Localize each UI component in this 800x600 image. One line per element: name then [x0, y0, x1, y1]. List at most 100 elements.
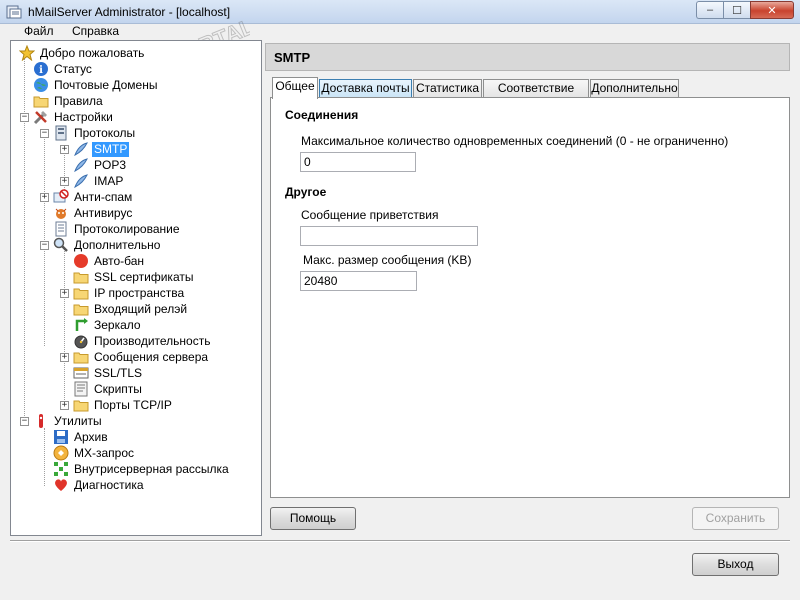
help-button[interactable]: Помощь — [270, 507, 356, 530]
feather-icon — [73, 157, 89, 173]
ssl-icon — [73, 365, 89, 381]
maximize-icon: ☐ — [732, 4, 742, 17]
tree-item-settings[interactable]: Настройки — [33, 109, 115, 125]
folder-icon — [73, 301, 89, 317]
app-icon — [6, 5, 22, 19]
menu-bar: Файл Справка — [0, 24, 800, 38]
tree-item-mirror[interactable]: Зеркало — [73, 317, 143, 333]
title-bar: hMailServer Administrator - [localhost] … — [0, 0, 800, 24]
tree-item-domains[interactable]: Почтовые Домены — [33, 77, 159, 93]
tab-page-general: Соединения Максимальное количество однов… — [270, 97, 790, 498]
tree-item-ssl-tls[interactable]: SSL/TLS — [73, 365, 144, 381]
tab-general[interactable]: Общее — [272, 77, 318, 99]
mirror-icon — [73, 317, 89, 333]
tree-item-ip-ranges[interactable]: IP пространства — [73, 285, 186, 301]
gauge-icon — [73, 333, 89, 349]
maximize-button[interactable]: ☐ — [723, 1, 750, 19]
tree-item-antispam[interactable]: Анти-спам — [53, 189, 134, 205]
tree-item-advanced[interactable]: Дополнительно — [53, 237, 162, 253]
expander-smtp[interactable]: + — [60, 145, 69, 154]
welcome-message-input[interactable] — [300, 226, 478, 246]
expander-protocols[interactable]: − — [40, 129, 49, 138]
tree-item-pop3[interactable]: POP3 — [73, 157, 128, 173]
minimize-button[interactable]: ‒ — [696, 1, 723, 19]
folder-icon — [73, 285, 89, 301]
tab-rfc-compliance[interactable]: Соответствие RFC — [483, 79, 589, 112]
tab-statistics[interactable]: Статистика — [413, 79, 482, 98]
tree-item-backup[interactable]: Архив — [53, 429, 110, 445]
feather-icon — [73, 141, 89, 157]
expander-ip-ranges[interactable]: + — [60, 289, 69, 298]
tree-item-utilities[interactable]: Утилиты — [33, 413, 104, 429]
tree-item-mx-query[interactable]: MX-запрос — [53, 445, 136, 461]
tree-item-tcp-ports[interactable]: Порты TCP/IP — [73, 397, 174, 413]
panel-header: SMTP — [265, 43, 790, 71]
dots-icon — [53, 461, 69, 477]
bottom-separator — [10, 540, 790, 542]
other-group-title: Другое — [285, 185, 327, 199]
folder-icon — [73, 397, 89, 413]
tree-item-welcome[interactable]: Добро пожаловать — [19, 45, 146, 61]
server-icon — [53, 125, 69, 141]
globe-icon — [33, 77, 49, 93]
tree-item-incoming-relay[interactable]: Входящий релэй — [73, 301, 189, 317]
menu-file[interactable]: Файл — [24, 24, 54, 38]
tab-mail-delivery[interactable]: Доставка почты — [319, 79, 412, 98]
expander-imap[interactable]: + — [60, 177, 69, 186]
panel-title: SMTP — [274, 50, 311, 65]
close-icon: ✕ — [767, 4, 777, 17]
window-controls: ‒ ☐ ✕ — [696, 1, 794, 19]
close-button[interactable]: ✕ — [750, 1, 794, 19]
folder-icon — [73, 269, 89, 285]
tree-item-scripts[interactable]: Скрипты — [73, 381, 144, 397]
tree-item-logging[interactable]: Протоколирование — [53, 221, 182, 237]
floppy-icon — [53, 429, 69, 445]
tree-item-antivirus[interactable]: Антивирус — [53, 205, 134, 221]
expander-antispam[interactable]: + — [40, 193, 49, 202]
folder-icon — [73, 349, 89, 365]
tree-item-rules[interactable]: Правила — [33, 93, 105, 109]
connections-group-title: Соединения — [285, 108, 359, 122]
welcome-message-label: Сообщение приветствия — [301, 208, 439, 222]
minimize-icon: ‒ — [706, 4, 714, 16]
navigation-tree[interactable]: Добро пожаловать i Статус Почтовые Домен… — [10, 40, 262, 536]
heart-icon — [53, 477, 69, 493]
max-message-size-label: Макс. размер сообщения (KB) — [303, 253, 472, 267]
info-icon: i — [33, 61, 49, 77]
expander-server-messages[interactable]: + — [60, 353, 69, 362]
utilities-icon — [33, 413, 49, 429]
menu-help[interactable]: Справка — [72, 24, 119, 38]
antispam-icon — [53, 189, 69, 205]
expander-advanced[interactable]: − — [40, 241, 49, 250]
expander-settings[interactable]: − — [20, 113, 29, 122]
tree-item-server-sendout[interactable]: Внутрисерверная рассылка — [53, 461, 231, 477]
tree-item-performance[interactable]: Производительность — [73, 333, 212, 349]
max-connections-input[interactable] — [300, 152, 416, 172]
expander-utilities[interactable]: − — [20, 417, 29, 426]
tree-item-imap[interactable]: IMAP — [73, 173, 125, 189]
tree-item-protocols[interactable]: Протоколы — [53, 125, 137, 141]
red-circle-icon — [73, 253, 89, 269]
mx-icon — [53, 445, 69, 461]
svg-text:i: i — [39, 65, 43, 76]
tree-item-server-messages[interactable]: Сообщения сервера — [73, 349, 210, 365]
log-icon — [53, 221, 69, 237]
max-message-size-input[interactable] — [300, 271, 417, 291]
folder-icon — [33, 93, 49, 109]
tree-item-diagnostics[interactable]: Диагностика — [53, 477, 146, 493]
max-connections-label: Максимальное количество одновременных со… — [301, 134, 729, 148]
tree-item-smtp[interactable]: SMTP — [73, 141, 130, 157]
window-title: hMailServer Administrator - [localhost] — [28, 5, 231, 19]
star-icon — [19, 45, 35, 61]
exit-button[interactable]: Выход — [692, 553, 779, 576]
antivirus-icon — [53, 205, 69, 221]
tools-icon — [33, 109, 49, 125]
tab-advanced[interactable]: Дополнительно — [590, 79, 679, 98]
tree-item-ssl-certificates[interactable]: SSL сертификаты — [73, 269, 195, 285]
expander-tcp-ports[interactable]: + — [60, 401, 69, 410]
tree-item-autoban[interactable]: Авто-бан — [73, 253, 146, 269]
magnifier-icon — [53, 237, 69, 253]
save-button[interactable]: Сохранить — [692, 507, 779, 530]
feather-icon — [73, 173, 89, 189]
tree-item-status[interactable]: i Статус — [33, 61, 94, 77]
